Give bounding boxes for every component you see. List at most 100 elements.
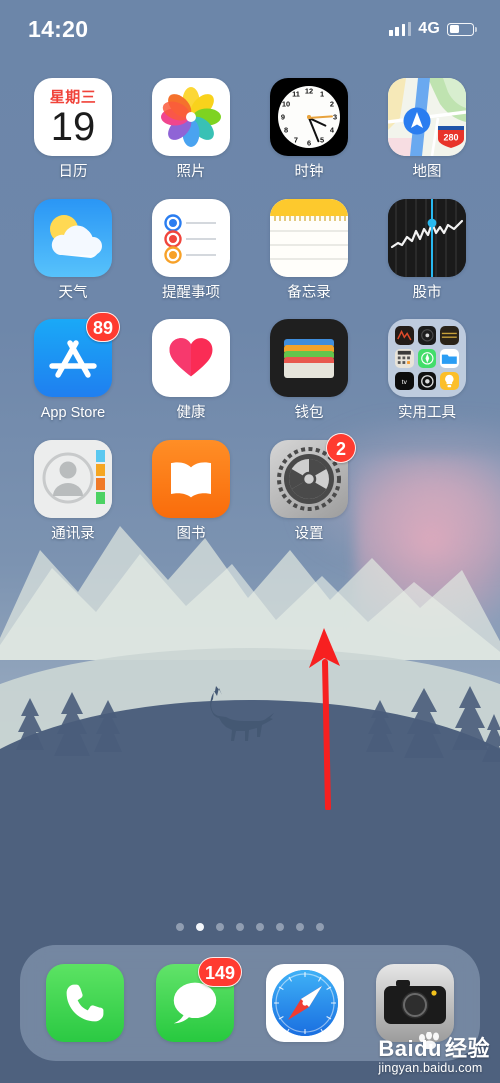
notes-icon[interactable]: [270, 198, 348, 277]
paw-print-icon: [419, 1031, 439, 1049]
app-calendar[interactable]: 星期三 19 日历: [14, 78, 132, 181]
battery-icon: [447, 22, 478, 36]
page-dot-4[interactable]: [236, 923, 244, 931]
wallet-icon-wrap[interactable]: [270, 319, 348, 398]
red-arrow-up-icon: [309, 628, 340, 810]
dock-app-messages[interactable]: 149: [156, 957, 242, 1042]
app-label-reminders: 提醒事项: [162, 284, 220, 301]
app-label-wallet: 钱包: [294, 405, 324, 422]
page-dot-2-active[interactable]: [196, 923, 204, 931]
clock-icon[interactable]: 12 1 2 3 4 5 6 7 8 9 10 11: [270, 78, 348, 156]
mini-icon-files: [440, 349, 459, 368]
calendar-day-of-week: 星期三: [49, 89, 97, 106]
contacts-icon-wrap[interactable]: [34, 440, 112, 519]
signal-bars-icon: [389, 22, 412, 36]
app-label-settings: 设置: [294, 526, 324, 543]
app-clock[interactable]: 12 1 2 3 4 5 6 7 8 9 10 11 时钟: [250, 78, 368, 181]
wallpaper-howling-wolf: [210, 686, 274, 741]
badge-app-store: 89: [85, 312, 120, 343]
mini-icon-apple-tv: tv: [395, 371, 414, 391]
app-label-weather: 天气: [58, 284, 88, 301]
books-icon[interactable]: [152, 440, 230, 519]
app-label-notes: 备忘录: [287, 284, 331, 301]
mini-icon-watch: [417, 371, 437, 391]
dock-app-phone[interactable]: [46, 964, 124, 1042]
svg-text:tv: tv: [402, 379, 408, 386]
calendar-day-number: 19: [50, 105, 96, 149]
maps-icon[interactable]: 280: [388, 78, 466, 156]
stocks-icon-wrap[interactable]: [388, 198, 466, 277]
phone-icon[interactable]: [46, 964, 124, 1042]
app-settings[interactable]: 2 设置: [250, 433, 368, 543]
app-label-photos: 照片: [176, 164, 206, 180]
app-weather[interactable]: 天气: [14, 198, 132, 302]
app-label-books: 图书: [176, 526, 206, 543]
watermark: Baidu经验 jingyan.baidu.com: [378, 1031, 490, 1075]
mini-icon-tips: [440, 371, 459, 391]
page-dot-5[interactable]: [256, 923, 264, 931]
app-label-maps: 地图: [412, 164, 442, 180]
mini-icon-2: [417, 326, 437, 345]
clock-icon-wrap[interactable]: 12 1 2 3 4 5 6 7 8 9 10 11: [270, 78, 348, 156]
reminders-icon-wrap[interactable]: [152, 198, 230, 277]
app-photos[interactable]: 照片: [132, 78, 250, 181]
folder-icon-wrap[interactable]: tv: [388, 319, 466, 398]
app-label-utilities: 实用工具: [398, 405, 456, 422]
dock-app-camera[interactable]: [376, 964, 454, 1042]
app-label-calendar: 日历: [58, 164, 88, 180]
calendar-icon-wrap[interactable]: 星期三 19: [34, 78, 112, 156]
folder-icon[interactable]: tv: [388, 319, 466, 398]
app-stocks[interactable]: 股市: [368, 198, 486, 302]
clock-face: 12 1 2 3 4 5 6 7 8 9 10 11: [278, 86, 340, 148]
reminders-icon[interactable]: [152, 198, 230, 277]
page-indicator[interactable]: [0, 923, 500, 931]
settings-icon-wrap[interactable]: 2: [270, 433, 356, 519]
maps-icon-wrap[interactable]: 280: [388, 78, 466, 156]
app-wallet[interactable]: 钱包: [250, 319, 368, 422]
mini-icon-3: [440, 326, 459, 345]
svg-text:280: 280: [443, 133, 458, 143]
page-dot-1[interactable]: [176, 923, 184, 931]
calendar-icon[interactable]: 星期三 19: [34, 78, 112, 156]
camera-icon[interactable]: [376, 964, 454, 1042]
folder-mini-grid: tv: [395, 326, 459, 391]
app-app-store[interactable]: 89 App Store: [14, 312, 132, 422]
app-label-contacts: 通讯录: [51, 526, 95, 543]
app-books[interactable]: 图书: [132, 440, 250, 543]
safari-compass-icon[interactable]: [266, 964, 344, 1042]
photos-icon-wrap[interactable]: [152, 78, 230, 156]
page-dot-8[interactable]: [316, 923, 324, 931]
books-icon-wrap[interactable]: [152, 440, 230, 519]
app-reminders[interactable]: 提醒事项: [132, 198, 250, 302]
photos-icon[interactable]: [152, 78, 230, 156]
stocks-icon[interactable]: [388, 198, 466, 277]
wallet-icon[interactable]: [270, 319, 348, 398]
app-label-clock: 时钟: [294, 164, 324, 180]
contacts-icon[interactable]: [34, 440, 112, 519]
status-bar: 14:20 4G: [0, 0, 500, 58]
notes-icon-wrap[interactable]: [270, 198, 348, 277]
watermark-jingyan: 经验: [444, 1035, 490, 1061]
badge-messages: 149: [197, 957, 242, 987]
app-label-health: 健康: [176, 405, 206, 422]
page-dot-3[interactable]: [216, 923, 224, 931]
dock-app-safari[interactable]: [266, 964, 344, 1042]
app-folder-utilities[interactable]: tv 实用工具: [368, 319, 486, 422]
network-type-label: 4G: [418, 20, 440, 37]
page-dot-6[interactable]: [276, 923, 284, 931]
weather-icon-wrap[interactable]: [34, 198, 112, 277]
weather-icon[interactable]: [34, 198, 112, 277]
app-contacts[interactable]: 通讯录: [14, 440, 132, 543]
app-label-stocks: 股市: [412, 284, 442, 301]
health-icon[interactable]: [152, 319, 230, 398]
page-dot-7[interactable]: [296, 923, 304, 931]
app-notes[interactable]: 备忘录: [250, 198, 368, 302]
health-icon-wrap[interactable]: [152, 319, 230, 398]
mini-icon-calculator: [395, 349, 414, 368]
app-maps[interactable]: 280 地图: [368, 78, 486, 181]
status-indicators: 4G: [389, 20, 478, 38]
app-store-icon-wrap[interactable]: 89: [34, 312, 120, 398]
app-health[interactable]: 健康: [132, 319, 250, 422]
watermark-url: jingyan.baidu.com: [378, 1060, 483, 1075]
badge-settings: 2: [326, 433, 356, 464]
